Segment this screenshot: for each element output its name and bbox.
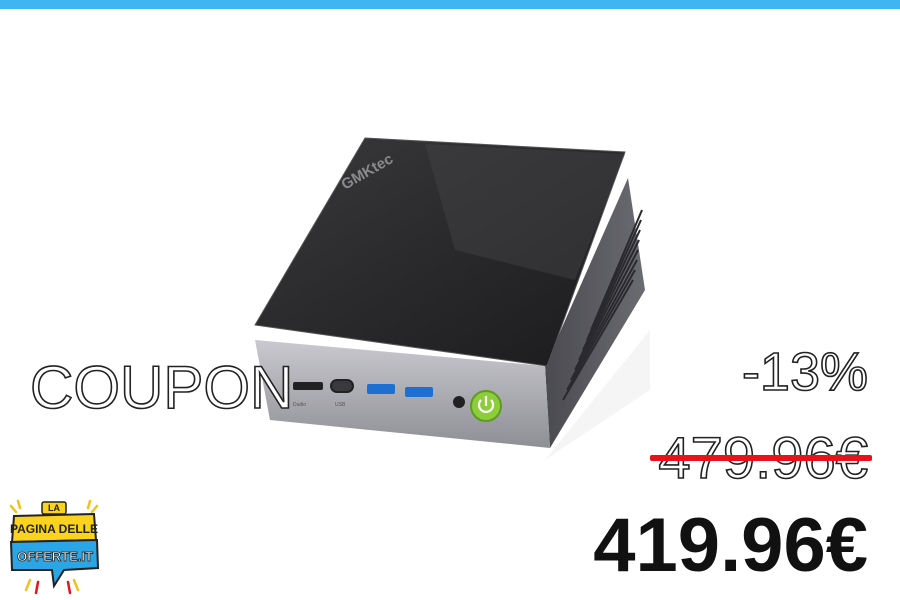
port-label: Dudio xyxy=(293,402,306,408)
new-price: 419.96€ xyxy=(593,503,868,588)
top-accent-bar xyxy=(0,0,900,9)
coupon-label: COUPON xyxy=(29,354,294,421)
logo-line-1: LA xyxy=(48,503,60,513)
pagina-delle-offerte-logo: LA PAGINA DELLE OFFERTE.IT xyxy=(9,499,100,595)
logo-line-2: PAGINA DELLE xyxy=(10,522,98,536)
strikethrough-line xyxy=(650,455,872,461)
mini-pc-product-image: GMKtec Dudio USB xyxy=(254,137,650,460)
port-label: USB xyxy=(335,402,346,408)
logo-line-3: OFFERTE.IT xyxy=(17,549,93,564)
discount-percentage: -13% xyxy=(741,342,869,402)
